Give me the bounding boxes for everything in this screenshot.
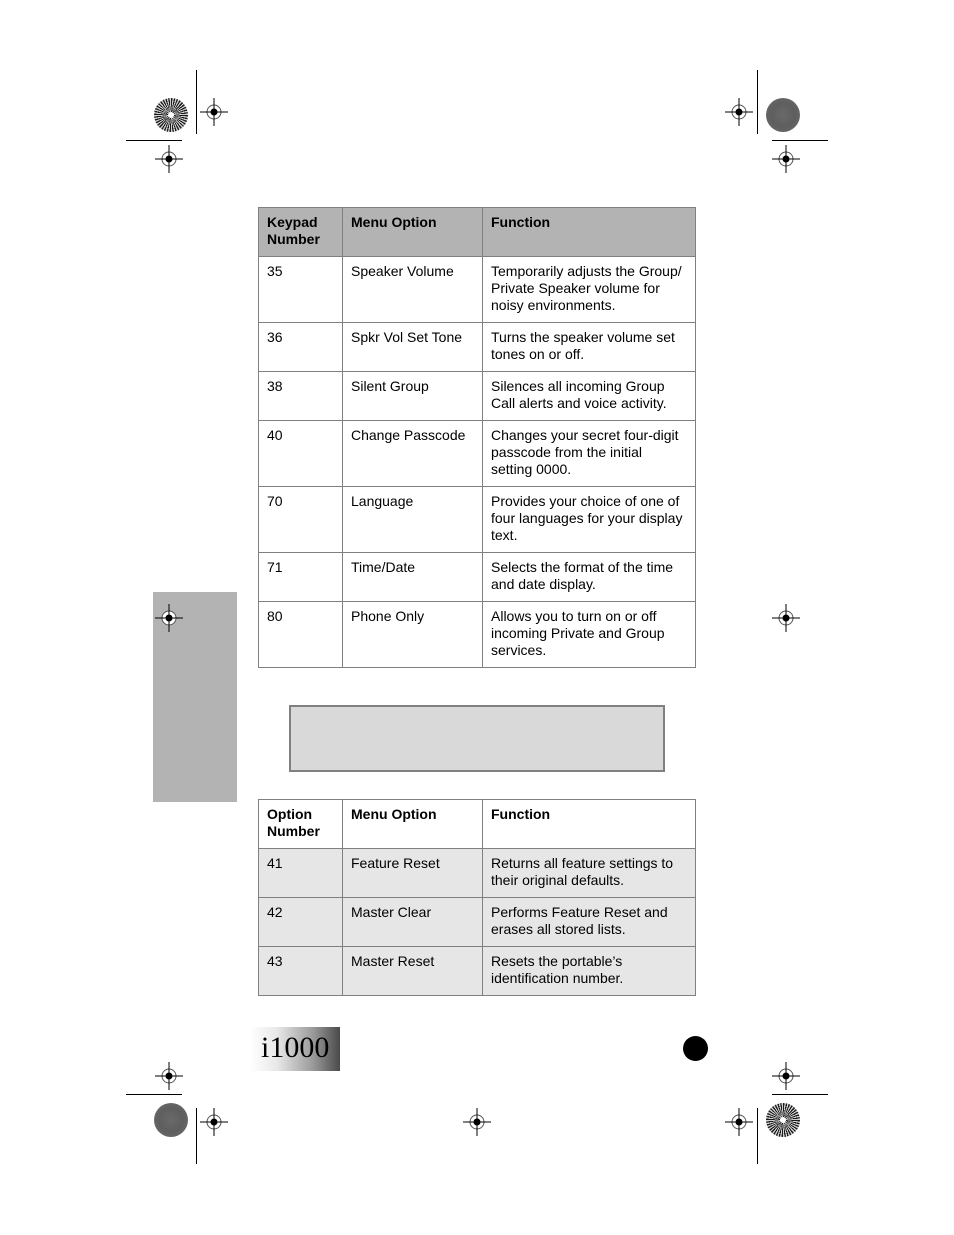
model-logo-text: i1000 <box>261 1031 330 1064</box>
crop-line <box>196 1108 197 1164</box>
menu-option: Language <box>342 486 483 553</box>
keypad-number: 38 <box>258 371 343 421</box>
model-logo: i1000 <box>250 1027 340 1071</box>
table-row: 80 Phone Only Allows you to turn on or o… <box>258 601 696 668</box>
keypad-menu-table: Keypad Number Menu Option Function 35 Sp… <box>258 207 696 668</box>
registration-mark-icon <box>155 145 183 173</box>
page-marker-dot <box>683 1036 708 1061</box>
function-description: Resets the portable’s identification num… <box>482 946 696 996</box>
column-header: Keypad Number <box>258 207 343 257</box>
star-target-icon <box>154 98 188 132</box>
menu-option: Time/Date <box>342 552 483 602</box>
keypad-number: 40 <box>258 420 343 487</box>
table-header-row: Keypad Number Menu Option Function <box>258 207 696 257</box>
note-box <box>289 705 665 772</box>
column-header: Menu Option <box>342 207 483 257</box>
column-header: Menu Option <box>342 799 483 849</box>
table-row: 35 Speaker Volume Temporarily adjusts th… <box>258 256 696 323</box>
table-row: 41 Feature Reset Returns all feature set… <box>258 848 696 898</box>
menu-option: Feature Reset <box>342 848 483 898</box>
column-header: Function <box>482 207 696 257</box>
menu-option: Spkr Vol Set Tone <box>342 322 483 372</box>
option-menu-table: Option Number Menu Option Function 41 Fe… <box>258 799 696 996</box>
registration-mark-icon <box>772 1062 800 1090</box>
table-header-row: Option Number Menu Option Function <box>258 799 696 849</box>
function-description: Selects the format of the time and date … <box>482 552 696 602</box>
keypad-number: 70 <box>258 486 343 553</box>
menu-option: Master Clear <box>342 897 483 947</box>
table-row: 40 Change Passcode Changes your secret f… <box>258 420 696 487</box>
function-description: Returns all feature settings to their or… <box>482 848 696 898</box>
crop-line <box>196 70 197 134</box>
option-number: 43 <box>258 946 343 996</box>
menu-option: Silent Group <box>342 371 483 421</box>
star-target-icon <box>766 98 800 132</box>
crop-line <box>772 140 828 141</box>
keypad-number: 71 <box>258 552 343 602</box>
table-row: 43 Master Reset Resets the portable’s id… <box>258 946 696 996</box>
table-row: 42 Master Clear Performs Feature Reset a… <box>258 897 696 947</box>
column-header: Option Number <box>258 799 343 849</box>
registration-mark-icon <box>772 604 800 632</box>
registration-mark-icon <box>200 1108 228 1136</box>
registration-mark-icon <box>463 1108 491 1136</box>
column-header: Function <box>482 799 696 849</box>
registration-mark-icon <box>725 98 753 126</box>
crop-line <box>757 70 758 134</box>
keypad-number: 36 <box>258 322 343 372</box>
star-target-icon <box>154 1103 188 1137</box>
registration-mark-icon <box>725 1108 753 1136</box>
menu-option: Master Reset <box>342 946 483 996</box>
registration-mark-icon <box>772 145 800 173</box>
option-number: 42 <box>258 897 343 947</box>
function-description: Provides your choice of one of four lang… <box>482 486 696 553</box>
table-row: 36 Spkr Vol Set Tone Turns the speaker v… <box>258 322 696 372</box>
crop-line <box>126 1094 182 1095</box>
keypad-number: 80 <box>258 601 343 668</box>
menu-option: Speaker Volume <box>342 256 483 323</box>
function-description: Allows you to turn on or off incoming Pr… <box>482 601 696 668</box>
crop-line <box>757 1108 758 1164</box>
table-row: 71 Time/Date Selects the format of the t… <box>258 552 696 602</box>
table-row: 38 Silent Group Silences all incoming Gr… <box>258 371 696 421</box>
registration-mark-icon <box>200 98 228 126</box>
menu-option: Change Passcode <box>342 420 483 487</box>
option-number: 41 <box>258 848 343 898</box>
star-target-icon <box>766 1103 800 1137</box>
function-description: Changes your secret four-digit passcode … <box>482 420 696 487</box>
function-description: Turns the speaker volume set tones on or… <box>482 322 696 372</box>
function-description: Temporarily adjusts the Group/ Private S… <box>482 256 696 323</box>
table-row: 70 Language Provides your choice of one … <box>258 486 696 553</box>
menu-option: Phone Only <box>342 601 483 668</box>
crop-line <box>126 140 182 141</box>
crop-line <box>772 1094 828 1095</box>
function-description: Performs Feature Reset and erases all st… <box>482 897 696 947</box>
function-description: Silences all incoming Group Call alerts … <box>482 371 696 421</box>
keypad-number: 35 <box>258 256 343 323</box>
registration-mark-icon <box>155 604 183 632</box>
registration-mark-icon <box>155 1062 183 1090</box>
